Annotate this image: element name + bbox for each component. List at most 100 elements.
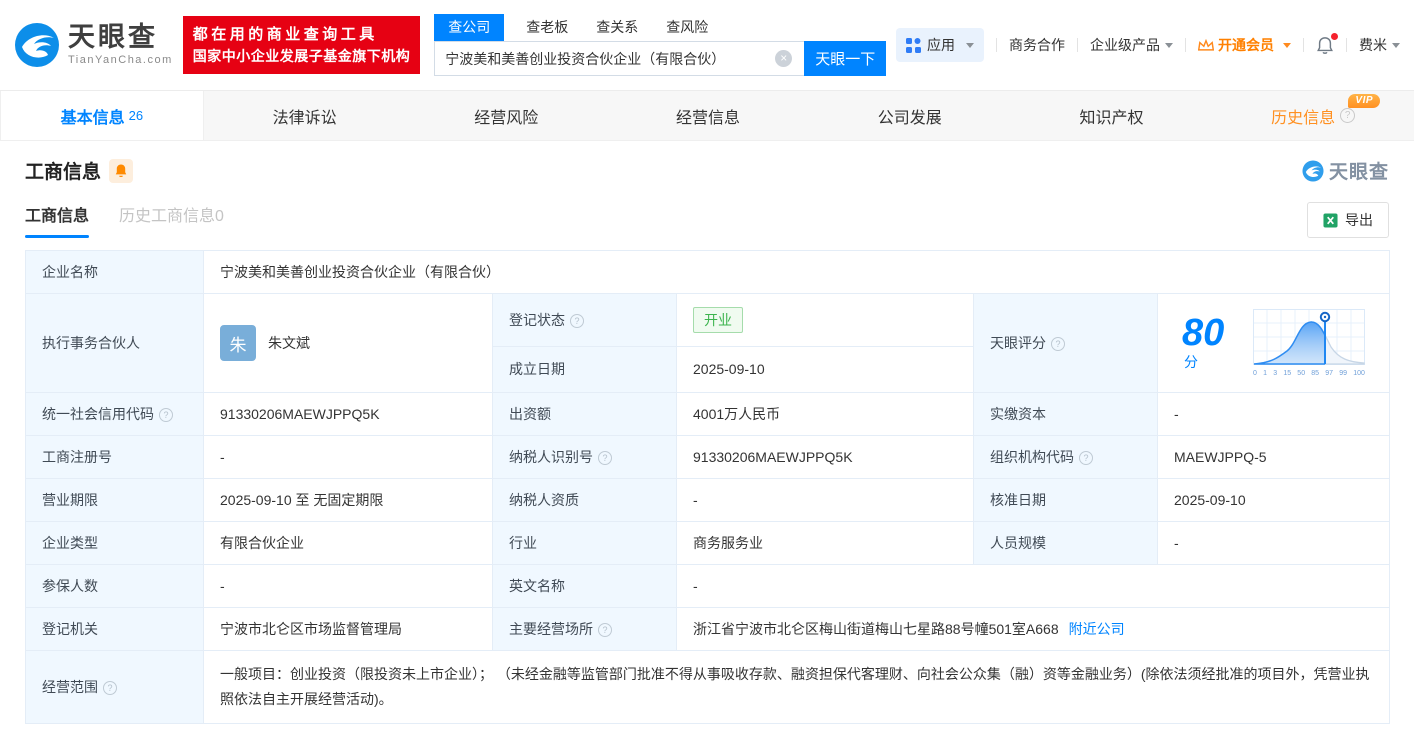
help-icon[interactable]: ? <box>159 408 173 422</box>
help-icon[interactable]: ? <box>598 451 612 465</box>
tab-intellectual-property[interactable]: 知识产权 <box>1011 91 1213 140</box>
divider <box>1077 38 1078 52</box>
company-type-value: 有限合伙企业 <box>203 521 493 565</box>
partner-name[interactable]: 朱文斌 <box>268 333 310 353</box>
tab-history-info-label: 历史信息 <box>1271 109 1336 127</box>
chevron-down-icon <box>966 42 974 48</box>
reg-status-label-cell: 登记状态? <box>492 293 677 347</box>
field-label: 行业 <box>509 535 537 551</box>
help-icon[interactable]: ? <box>103 681 117 696</box>
search-tab-relation[interactable]: 查关系 <box>596 14 638 41</box>
score-value-cell: 80分 0 1 3 15 50 85 97 99 100 <box>1156 293 1391 393</box>
help-icon[interactable]: ? <box>570 313 584 328</box>
table-row: 工商注册号 - 纳税人识别号? 91330206MAEWJPPQ5K 组织机构代… <box>25 435 1391 479</box>
reg-authority-label-cell: 登记机关 <box>25 607 204 651</box>
field-label: 组织机构代码 <box>990 449 1074 465</box>
export-button[interactable]: 导出 <box>1307 202 1389 238</box>
tab-legal[interactable]: 法律诉讼 <box>204 91 406 140</box>
score-curve <box>1253 309 1366 365</box>
taxpayer-id-label-cell: 纳税人识别号? <box>492 435 677 479</box>
nearby-companies-link[interactable]: 附近公司 <box>1069 621 1125 637</box>
field-label: 登记机关 <box>42 621 98 637</box>
partner-label-cell: 执行事务合伙人 <box>25 293 204 393</box>
score-axis-labels: 01 3 15 50 85 97 99 100 <box>1253 370 1365 377</box>
tab-operation-risk[interactable]: 经营风险 <box>405 91 607 140</box>
reg-authority-value: 宁波市北仑区市场监督管理局 <box>203 607 493 651</box>
insured-count-value: - <box>203 564 493 608</box>
search-row: × 天眼一下 <box>434 41 887 76</box>
help-icon[interactable]: ? <box>1340 108 1356 123</box>
table-row: 执行事务合伙人 朱 朱文斌 登记状态? 开业 天眼评分? 80分 0 1 3 1… <box>25 293 1391 393</box>
industry-label-cell: 行业 <box>492 521 677 565</box>
score-number: 80分 <box>1182 314 1239 372</box>
tab-operation-info[interactable]: 经营信息 <box>607 91 809 140</box>
help-icon[interactable]: ? <box>1051 337 1065 351</box>
subscribe-bell-button[interactable] <box>109 158 134 183</box>
tab-basic-info[interactable]: 基本信息 26 <box>0 91 204 140</box>
apps-menu[interactable]: 应用 <box>896 28 984 62</box>
tab-history-info[interactable]: VIP 历史信息 ? <box>1212 91 1414 140</box>
page-title: 工商信息 <box>25 162 102 183</box>
nav-enterprise[interactable]: 企业级产品 <box>1090 35 1173 55</box>
search-area: 查公司 查老板 查关系 查风险 × 天眼一下 <box>434 14 887 76</box>
help-icon[interactable]: ? <box>1079 451 1093 465</box>
chevron-down-icon <box>1283 42 1291 48</box>
header: 天眼查 TianYanCha.com 都在用的商业查询工具 国家中小企业发展子基… <box>0 0 1414 90</box>
business-scope-label-cell: 经营范围? <box>25 649 204 725</box>
score-unit: 分 <box>1184 354 1198 370</box>
search-tab-company[interactable]: 查公司 <box>434 14 505 41</box>
help-icon[interactable]: ? <box>598 623 612 637</box>
chevron-down-icon <box>1165 42 1173 48</box>
field-label: 工商注册号 <box>42 449 112 465</box>
field-label: 核准日期 <box>990 492 1046 508</box>
notifications-bell[interactable] <box>1316 32 1338 55</box>
field-label: 英文名称 <box>509 578 565 594</box>
tab-basic-info-count: 26 <box>128 108 144 123</box>
search-tab-boss[interactable]: 查老板 <box>526 14 568 41</box>
table-row: 参保人数 - 英文名称 - <box>25 564 1391 608</box>
capital-label-cell: 出资额 <box>492 392 677 436</box>
business-term-label-cell: 营业期限 <box>25 478 204 522</box>
watermark-text: 天眼查 <box>1328 162 1389 183</box>
username: 费米 <box>1359 37 1387 53</box>
excel-icon <box>1323 212 1338 228</box>
nav-enterprise-label: 企业级产品 <box>1090 37 1160 53</box>
field-label: 纳税人识别号 <box>509 449 593 465</box>
search-tabs: 查公司 查老板 查关系 查风险 <box>434 14 886 41</box>
apps-label: 应用 <box>927 37 955 53</box>
top-nav: 应用 商务合作 企业级产品 开通会员 费米 <box>896 28 1400 62</box>
slogan-line2: 国家中小企业发展子基金旗下机构 <box>192 47 411 64</box>
reg-number-label-cell: 工商注册号 <box>25 435 204 479</box>
subtab-business-info[interactable]: 工商信息 <box>25 202 90 238</box>
business-address-label-cell: 主要经营场所? <box>492 607 677 651</box>
insured-count-label-cell: 参保人数 <box>25 564 204 608</box>
field-label: 参保人数 <box>42 578 98 594</box>
search-button[interactable]: 天眼一下 <box>804 41 887 76</box>
search-tab-risk[interactable]: 查风险 <box>666 14 708 41</box>
tab-company-development[interactable]: 公司发展 <box>809 91 1011 140</box>
nav-open-vip[interactable]: 开通会员 <box>1198 35 1291 55</box>
tab-legal-label: 法律诉讼 <box>272 109 337 127</box>
notification-dot <box>1331 32 1338 40</box>
field-label: 经营范围 <box>42 679 98 696</box>
user-menu[interactable]: 费米 <box>1359 35 1400 55</box>
tianyancha-logo[interactable]: 天眼查 TianYanCha.com <box>14 22 173 68</box>
avatar[interactable]: 朱 <box>220 325 256 361</box>
field-label: 企业名称 <box>42 264 98 280</box>
score-label-cell: 天眼评分? <box>973 293 1158 393</box>
tab-operation-risk-label: 经营风险 <box>474 109 539 127</box>
tab-operation-info-label: 经营信息 <box>676 109 741 127</box>
bell-icon <box>115 164 127 178</box>
field-label: 企业类型 <box>42 535 98 551</box>
subtab-history-business-info[interactable]: 历史工商信息0 <box>119 202 224 238</box>
taxpayer-id-value: 91330206MAEWJPPQ5K <box>676 435 974 479</box>
table-row: 企业名称 宁波美和美善创业投资合伙企业（有限合伙） <box>25 250 1391 294</box>
score-distribution-chart: 01 3 15 50 85 97 99 100 <box>1253 309 1366 377</box>
field-label: 成立日期 <box>509 361 565 378</box>
logo-text: 天眼查 TianYanCha.com <box>68 24 173 66</box>
english-name-label-cell: 英文名称 <box>492 564 677 608</box>
search-input[interactable] <box>434 41 805 76</box>
nav-cooperation[interactable]: 商务合作 <box>1009 35 1065 55</box>
business-term-value: 2025-09-10 至 无固定期限 <box>203 478 493 522</box>
crown-icon <box>1198 38 1214 51</box>
